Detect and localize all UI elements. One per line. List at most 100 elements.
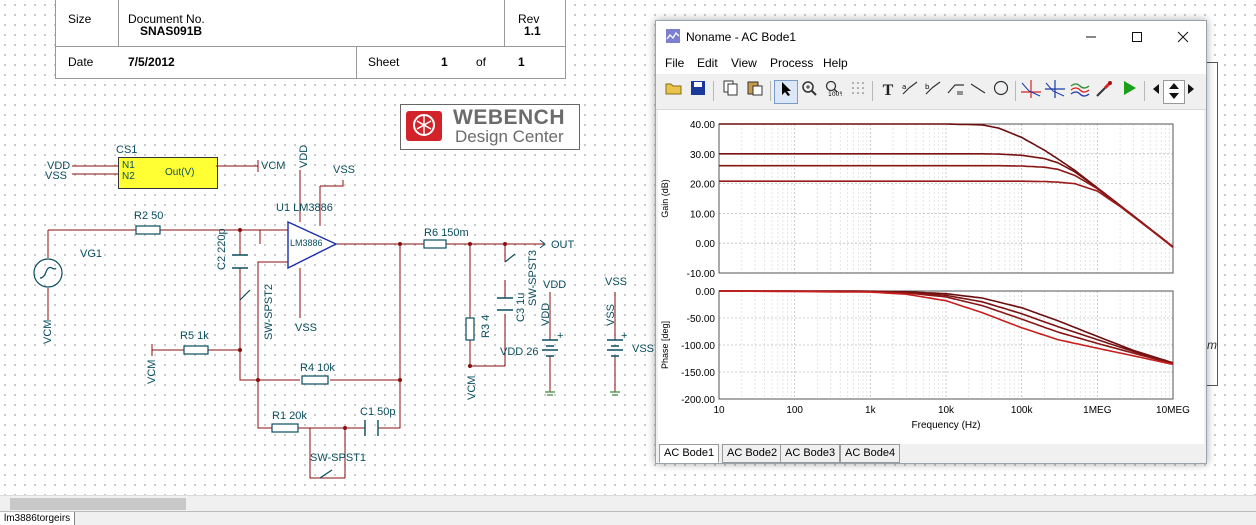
scroll-right-button[interactable] [1185,80,1197,102]
save-icon [691,81,705,95]
tab-ac-bode4[interactable]: AC Bode4 [840,444,901,463]
minimize-icon [1086,36,1096,38]
y-tick-label: 0.00 [696,239,716,250]
label-vss-src-top: VSS [605,276,628,288]
text-button[interactable]: T [877,80,899,102]
open-button[interactable] [663,80,685,102]
horizontal-scrollbar[interactable] [0,495,1256,512]
scrollbar-thumb[interactable] [10,498,186,510]
marker-a-icon [1021,80,1041,98]
x-tick-label: 1MEG [1083,405,1112,416]
window-titlebar[interactable]: Noname - AC Bode1 [656,21,1206,52]
grid-button[interactable] [847,80,869,102]
x-tick-label: 10 [713,405,725,416]
scroll-updown-icon [1169,83,1179,99]
document-tab-bar: lm3886torgeirs [0,511,1256,525]
tab-ac-bode1[interactable]: AC Bode1 [659,444,720,463]
marker-b-icon [1045,80,1065,98]
probe-icon [1096,81,1112,97]
scroll-left-icon [1153,84,1159,94]
menu-edit[interactable]: Edit [697,56,718,70]
plot-area[interactable]: 40.00 30.00 20.00 10.00 0.00 -10.00 Gain (dB) 0… [658,110,1204,444]
x-tick-label: 10MEG [1156,405,1190,416]
label-vss-src-right: VSS [632,343,655,355]
copy-button[interactable] [720,80,742,102]
menu-help[interactable]: Help [823,56,848,70]
y-tick-label: 20.00 [690,180,715,191]
run-icon [1124,81,1136,95]
cursor-b-icon: b [925,81,941,95]
label-vcm-r3: VCM [466,375,478,400]
x-axis-label: Frequency (Hz) [912,420,981,431]
close-icon [1177,31,1189,43]
label-vdd-top: VDD [298,144,310,168]
menu-view[interactable]: View [731,56,757,70]
waves-icon [1070,83,1090,97]
label-c2: C2 220p [216,228,228,270]
save-button[interactable] [687,80,709,102]
run-button[interactable] [1118,80,1140,102]
y-tick-label: 30.00 [690,150,715,161]
label-r5: R5 1k [180,330,209,342]
pointer-icon [782,82,791,96]
y-tick-label: -50.00 [687,314,716,325]
x-tick-label: 10k [938,405,955,416]
probe-button[interactable] [1093,80,1115,102]
marker-a-button[interactable] [1020,80,1042,102]
label-out: OUT [551,239,575,251]
ac-bode-window[interactable]: Noname - AC Bode1 File Edit View Process… [655,20,1207,464]
line-button[interactable] [967,80,989,102]
cursor-a-icon: a [902,81,918,95]
label-r1: R1 20k [272,410,307,422]
maximize-button[interactable] [1114,21,1160,52]
grid-icon [852,82,864,94]
y-tick-label: 10.00 [690,209,715,220]
text-icon: T [882,82,894,99]
y-tick-label: -10.00 [687,269,716,280]
y-axis-label: Gain (dB) [660,179,670,218]
bode-plots[interactable]: 40.00 30.00 20.00 10.00 0.00 -10.00 Gain (dB) 0… [658,110,1204,444]
y-tick-label: 0.00 [696,287,716,298]
pointer-button[interactable] [774,80,798,104]
label-c1: C1 50p [360,406,396,418]
menu-bar: File Edit View Process Help [656,52,1206,74]
label-vcm-r5: VCM [146,359,158,384]
zoom-100-button[interactable]: 100% [822,80,845,102]
svg-text:a: a [902,83,906,91]
open-folder-icon [665,83,682,95]
menu-process[interactable]: Process [770,56,813,70]
scroll-left-button[interactable] [1150,80,1162,102]
circle-button[interactable] [990,80,1012,102]
window-title: Noname - AC Bode1 [686,30,797,44]
y-axis-label: Phase [deg] [660,321,670,369]
x-tick-label: 100 [786,405,803,416]
paste-icon [747,81,763,96]
y-tick-label: -100.00 [681,341,715,352]
schematic-right-text: m [1207,338,1217,352]
tab-ac-bode3[interactable]: AC Bode3 [780,444,841,463]
copy-icon [723,80,738,96]
document-tab[interactable]: lm3886torgeirs [0,512,76,525]
marker-b-button[interactable] [1044,80,1066,102]
cursor-b-button[interactable]: b [922,80,944,102]
label-vss1: VSS [45,170,68,182]
x-tick-label: 1k [865,405,877,416]
paste-button[interactable] [744,80,766,102]
tab-ac-bode2[interactable]: AC Bode2 [722,444,783,463]
label-vdd26: VDD 26 [500,346,539,358]
label-opamp: LM3886 [290,238,323,248]
zoom-button[interactable] [798,80,820,102]
waves-button[interactable] [1069,80,1091,102]
minimize-button[interactable] [1068,21,1114,52]
slope-icon [947,84,964,95]
scroll-updown-button[interactable] [1163,80,1185,104]
label-vcm1: VCM [261,160,286,172]
close-button[interactable] [1160,21,1206,52]
slope-button[interactable] [945,80,967,102]
label-r6: R6 150m [424,227,469,239]
menu-file[interactable]: File [665,56,684,70]
label-vss-src-left: VSS [605,303,617,326]
cursor-a-button[interactable]: a [899,80,921,102]
y-tick-label: -150.00 [681,368,715,379]
label-vss-bottom: VSS [295,322,318,334]
